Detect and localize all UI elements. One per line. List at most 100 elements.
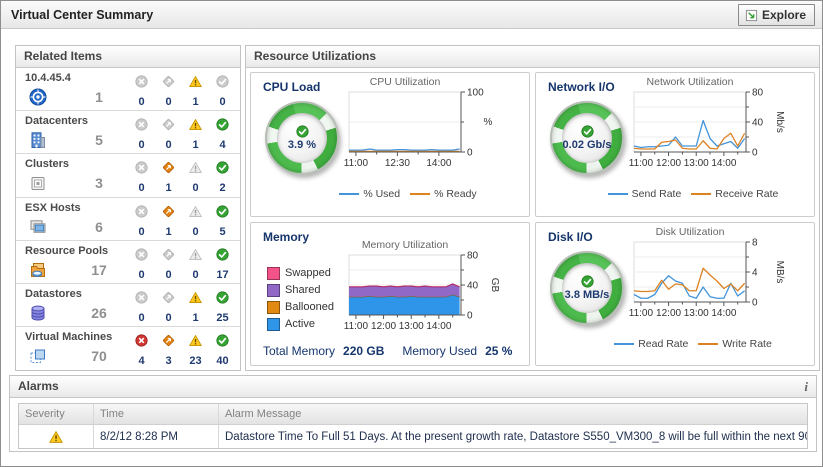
svg-text:40: 40: [752, 118, 764, 129]
status-cell-normal[interactable]: 40: [209, 334, 236, 367]
status-cell-warning[interactable]: 0: [182, 205, 209, 238]
status-count: 0: [155, 139, 182, 151]
related-item-row[interactable]: Resource Pools1700017: [16, 241, 240, 284]
legend-line-sample: [691, 193, 711, 195]
cpu-load-gauge[interactable]: 3.9 %: [265, 101, 339, 175]
svg-text:100: 100: [467, 88, 484, 99]
svg-text:0: 0: [752, 297, 758, 308]
status-cell-warning[interactable]: 0: [182, 248, 209, 281]
explore-button[interactable]: Explore: [738, 4, 815, 26]
legend-label: Write Rate: [722, 338, 771, 350]
svg-text:0: 0: [467, 148, 473, 159]
cpu-load-card: CPU Load 3.9 % CPU Utilization0100%11:00…: [250, 72, 530, 217]
svg-text:12:30: 12:30: [385, 158, 410, 169]
resource-utilizations-panel: Resource Utilizations CPU Load 3.9 % CPU…: [245, 45, 820, 371]
warning-status-icon: [189, 291, 202, 304]
column-header-alarm-message[interactable]: Alarm Message: [219, 404, 807, 424]
status-cell-critical[interactable]: 3: [155, 334, 182, 367]
status-cell-fatal[interactable]: 0: [128, 291, 155, 324]
memory-legend-item: Shared: [267, 284, 334, 297]
status-cell-warning[interactable]: 1: [182, 118, 209, 151]
gauge-face: 0.02 Gb/s: [562, 113, 612, 163]
esx-host-icon: [29, 218, 47, 236]
status-cell-warning[interactable]: 23: [182, 334, 209, 367]
memory-utilization-chart[interactable]: Memory Utilization04080GB11:0012:0013:00…: [343, 239, 523, 351]
status-cell-fatal[interactable]: 0: [128, 248, 155, 281]
svg-text:4: 4: [752, 267, 758, 278]
status-cell-warning[interactable]: 1: [182, 75, 209, 108]
status-cell-normal[interactable]: 25: [209, 291, 236, 324]
related-item-row[interactable]: 10.4.45.410010: [16, 68, 240, 111]
critical-status-icon: [162, 205, 175, 218]
related-item-count: 3: [82, 175, 116, 191]
status-cell-fatal[interactable]: 0: [128, 75, 155, 108]
cpu-utilization-chart[interactable]: CPU Utilization0100%11:0012:3014:00: [343, 76, 523, 188]
warning-status-icon: [189, 334, 202, 347]
column-header-time[interactable]: Time: [94, 404, 219, 424]
status-count: 25: [209, 312, 236, 324]
status-cell-fatal[interactable]: 0: [128, 205, 155, 238]
disk-io-gauge[interactable]: 3.8 MB/s: [550, 251, 624, 325]
related-item-row[interactable]: Datacenters50014: [16, 111, 240, 154]
svg-text:Disk Utilization: Disk Utilization: [656, 226, 725, 238]
status-count: 5: [209, 226, 236, 238]
related-items-header: Related Items: [16, 46, 240, 68]
column-header-severity[interactable]: Severity: [19, 404, 94, 424]
status-count: 1: [182, 312, 209, 324]
disk-io-card: Disk I/O 3.8 MB/s Disk Utilization048MB/…: [535, 222, 815, 367]
status-cell-normal[interactable]: 17: [209, 248, 236, 281]
critical-status-icon: [162, 118, 175, 131]
status-cell-normal[interactable]: 2: [209, 161, 236, 194]
disk-utilization-chart[interactable]: Disk Utilization048MB/s11:0012:0013:0014…: [628, 226, 808, 338]
related-item-row[interactable]: Clusters30102: [16, 154, 240, 197]
status-cell-critical[interactable]: 0: [155, 248, 182, 281]
memory-used-label: Memory Used: [402, 344, 477, 358]
fatal-status-icon: [135, 248, 148, 261]
status-count: 4: [128, 355, 155, 367]
status-cell-normal[interactable]: 0: [209, 75, 236, 108]
status-cell-warning[interactable]: 0: [182, 161, 209, 194]
related-item-row[interactable]: Virtual Machines70432340: [16, 327, 240, 369]
explore-button-label: Explore: [762, 8, 806, 22]
datastore-icon: [29, 304, 47, 322]
svg-text:13:00: 13:00: [684, 158, 709, 169]
fatal-status-icon: [135, 75, 148, 88]
warning-status-icon: [189, 248, 202, 261]
related-item-row[interactable]: Datastores2600125: [16, 284, 240, 327]
status-cell-fatal[interactable]: 0: [128, 161, 155, 194]
network-io-gauge[interactable]: 0.02 Gb/s: [550, 101, 624, 175]
status-cell-critical[interactable]: 0: [155, 75, 182, 108]
svg-text:12:00: 12:00: [371, 321, 396, 332]
svg-text:Mb/s: Mb/s: [774, 111, 785, 133]
total-memory-label: Total Memory: [263, 344, 335, 358]
info-icon[interactable]: i: [804, 376, 808, 397]
warning-status-icon: [189, 205, 202, 218]
warning-status-icon: [19, 425, 94, 448]
svg-text:11:00: 11:00: [344, 321, 369, 332]
related-item-count: 17: [82, 262, 116, 278]
status-cell-fatal[interactable]: 4: [128, 334, 155, 367]
status-cell-critical[interactable]: 0: [155, 291, 182, 324]
svg-text:80: 80: [467, 250, 479, 261]
status-count: 0: [128, 139, 155, 151]
cpu-chart-legend: % Used% Ready: [343, 188, 473, 200]
status-cell-critical[interactable]: 0: [155, 118, 182, 151]
status-cell-fatal[interactable]: 0: [128, 118, 155, 151]
normal-status-icon: [581, 275, 594, 288]
status-cell-critical[interactable]: 1: [155, 161, 182, 194]
normal-status-icon: [216, 205, 229, 218]
normal-status-icon: [216, 334, 229, 347]
svg-text:CPU Utilization: CPU Utilization: [370, 76, 441, 88]
fatal-status-icon: [135, 291, 148, 304]
page-title: Virtual Center Summary: [11, 8, 153, 22]
status-cell-warning[interactable]: 1: [182, 291, 209, 324]
status-cell-normal[interactable]: 5: [209, 205, 236, 238]
related-item-row[interactable]: ESX Hosts60105: [16, 198, 240, 241]
status-count: 1: [182, 96, 209, 108]
status-cell-normal[interactable]: 4: [209, 118, 236, 151]
network-utilization-chart[interactable]: Network Utilization04080Mb/s11:0012:0013…: [628, 76, 808, 188]
status-cell-critical[interactable]: 1: [155, 205, 182, 238]
status-count: 2: [209, 182, 236, 194]
alarm-row[interactable]: 8/2/12 8:28 PM Datastore Time To Full 51…: [19, 425, 807, 448]
legend-item: Write Rate: [698, 338, 771, 350]
